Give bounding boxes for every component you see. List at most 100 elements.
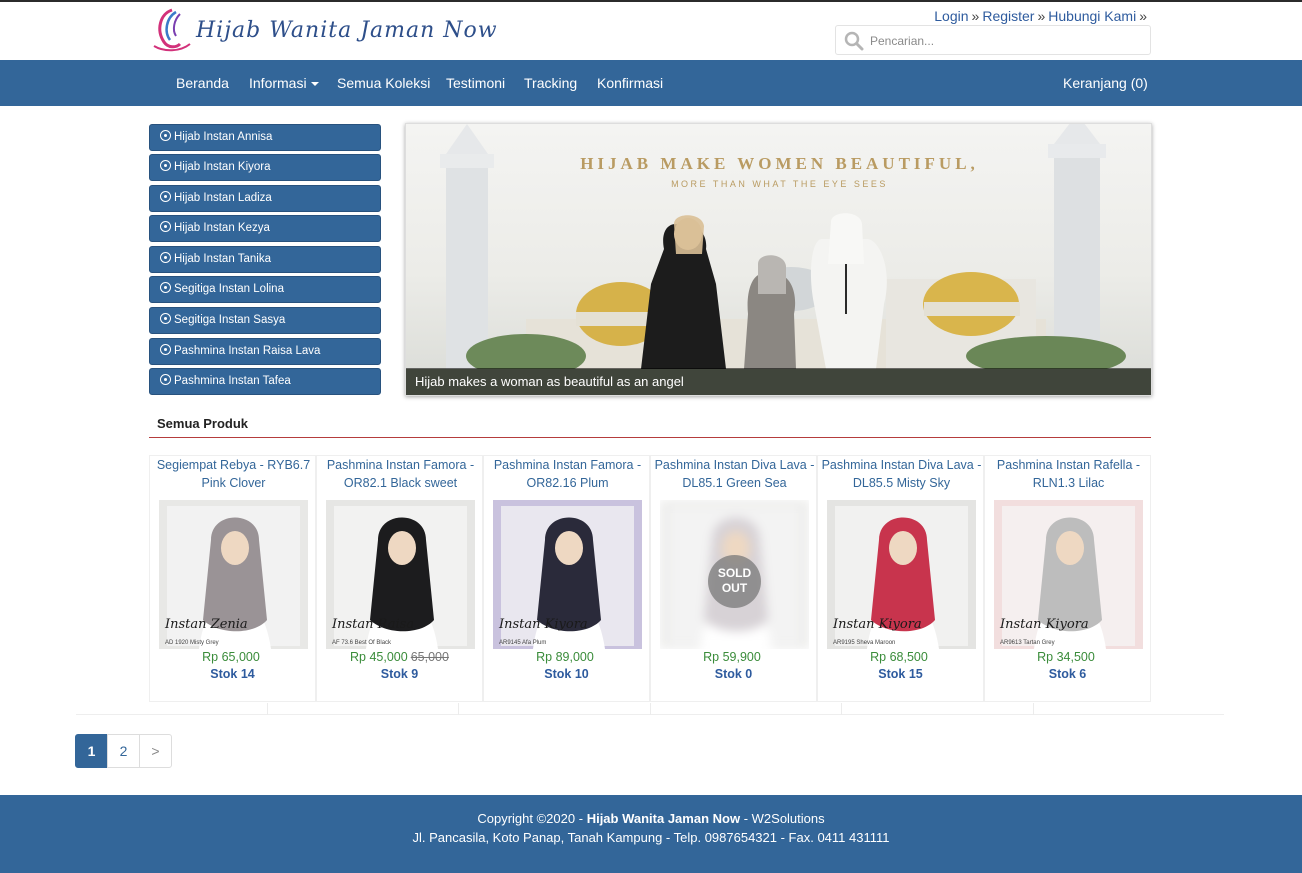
svg-text:Instan Kiyora: Instan Kiyora (999, 617, 1089, 632)
product-name[interactable]: Pashmina Instan Famora - OR82.16 Plum (486, 456, 649, 492)
divider (267, 703, 268, 715)
product-thumbnail: Instan Raisa AF 73.6 Best Of Black (326, 500, 475, 649)
sidebar-item-label: Hijab Instan Ladiza (174, 192, 272, 204)
product-price: Rp 34,500 (985, 650, 1150, 664)
logo-text: Hijab Wanita Jaman Now (196, 18, 498, 43)
product-stock: Stok 10 (544, 667, 589, 681)
price-current: Rp 89,000 (536, 650, 594, 664)
product-card[interactable]: Pashmina Instan Famora - OR82.1 Black sw… (316, 455, 483, 702)
sidebar-item-ladiza[interactable]: Hijab Instan Ladiza (149, 185, 381, 212)
top-border (0, 0, 1302, 2)
product-stock: Stok 15 (878, 667, 923, 681)
nav-semua-koleksi[interactable]: Semua Koleksi (337, 60, 430, 106)
svg-text:AR9195 Sheva Maroon: AR9195 Sheva Maroon (833, 640, 895, 646)
footer-address: Jl. Pancasila, Koto Panap, Tanah Kampung… (412, 830, 890, 845)
product-name[interactable]: Pashmina Instan Famora - OR82.1 Black sw… (319, 456, 482, 492)
page-2-button[interactable]: 2 (107, 734, 140, 768)
search-input[interactable] (870, 30, 1140, 52)
sidebar-item-label: Segitiga Instan Sasya (174, 314, 286, 326)
sidebar-item-kezya[interactable]: Hijab Instan Kezya (149, 215, 381, 242)
section-title: Semua Produk (157, 416, 249, 431)
product-image[interactable]: Instan Kiyora AR9613 Tartan Grey (994, 500, 1143, 649)
sidebar-item-label: Hijab Instan Tanika (174, 253, 271, 265)
product-thumbnail: Instan Kiyora AR9195 Sheva Maroon (827, 500, 976, 649)
divider (650, 703, 651, 715)
product-image[interactable]: Instan Kiyora AR9195 Sheva Maroon (827, 500, 976, 649)
price-current: Rp 59,900 (703, 650, 761, 664)
divider (458, 703, 459, 715)
product-price: Rp 45,000 65,000 (317, 650, 482, 664)
svg-text:AR9613 Tartan Grey: AR9613 Tartan Grey (1000, 640, 1055, 646)
price-current: Rp 65,000 (202, 650, 260, 664)
circle-dot-icon (160, 160, 171, 171)
banner-caption: Hijab makes a woman as beautiful as an a… (406, 368, 1151, 395)
cart-link[interactable]: Keranjang (0) (1063, 60, 1148, 106)
sidebar-item-kiyora[interactable]: Hijab Instan Kiyora (149, 154, 381, 181)
product-stock: Stok 0 (714, 667, 753, 681)
sidebar-item-tanika[interactable]: Hijab Instan Tanika (149, 246, 381, 273)
price-current: Rp 68,500 (870, 650, 928, 664)
circle-dot-icon (160, 313, 171, 324)
product-thumbnail: Instan Kiyora AR9145 Afa Plum (493, 500, 642, 649)
product-name[interactable]: Pashmina Instan Diva Lava - DL85.5 Misty… (820, 456, 983, 492)
svg-text:Instan Raisa: Instan Raisa (331, 617, 414, 632)
copyright-suffix: - W2Solutions (743, 811, 825, 826)
separator: » (1037, 8, 1046, 24)
contact-link[interactable]: Hubungi Kami (1048, 8, 1136, 24)
next-page-button[interactable]: > (139, 734, 172, 768)
hero-banner[interactable]: HIJAB MAKE WOMEN BEAUTIFUL, MORE THAN WH… (405, 123, 1152, 396)
circle-dot-icon (160, 252, 171, 263)
price-old: 65,000 (410, 650, 449, 664)
product-name[interactable]: Segiempat Rebya - RYB6.7 Pink Clover (152, 456, 315, 492)
search-box (835, 25, 1151, 55)
sidebar-item-label: Hijab Instan Kiyora (174, 161, 271, 173)
product-card[interactable]: Pashmina Instan Rafella - RLN1.3 Lilac I… (984, 455, 1151, 702)
svg-text:Instan Kiyora: Instan Kiyora (832, 617, 922, 632)
nav-tracking[interactable]: Tracking (524, 60, 577, 106)
sidebar-item-label: Pashmina Instan Raisa Lava (174, 345, 321, 357)
sidebar-item-label: Pashmina Instan Tafea (174, 375, 291, 387)
nav-konfirmasi[interactable]: Konfirmasi (597, 60, 663, 106)
product-card[interactable]: Pashmina Instan Diva Lava - DL85.1 Green… (650, 455, 817, 702)
sidebar-item-label: Hijab Instan Annisa (174, 131, 273, 143)
nav-informasi-label: Informasi (249, 75, 307, 91)
login-link[interactable]: Login (934, 8, 968, 24)
product-stock: Stok 6 (1048, 667, 1087, 681)
site-logo[interactable]: Hijab Wanita Jaman Now (150, 6, 497, 52)
product-image[interactable]: Instan Kiyora AR9145 Afa Plum (493, 500, 642, 649)
sidebar-item-raisa-lava[interactable]: Pashmina Instan Raisa Lava (149, 338, 381, 365)
product-price: Rp 68,500 (818, 650, 983, 664)
separator: » (971, 8, 980, 24)
search-icon[interactable] (844, 31, 864, 51)
nav-informasi[interactable]: Informasi (249, 60, 319, 106)
svg-text:Instan Zenia: Instan Zenia (164, 617, 248, 632)
product-thumbnail: Instan Kiyora AR9613 Tartan Grey (994, 500, 1143, 649)
product-stock: Stok 9 (380, 667, 419, 681)
product-name[interactable]: Pashmina Instan Diva Lava - DL85.1 Green… (653, 456, 816, 492)
page-1-button[interactable]: 1 (75, 734, 108, 768)
svg-text:Instan Kiyora: Instan Kiyora (498, 617, 588, 632)
product-image[interactable]: Instan Raisa AF 73.6 Best Of Black (326, 500, 475, 649)
grid-footer-rule (76, 703, 1224, 715)
register-link[interactable]: Register (982, 8, 1034, 24)
product-name[interactable]: Pashmina Instan Rafella - RLN1.3 Lilac (987, 456, 1150, 492)
product-image[interactable]: Instan Zenia AD 1920 Misty Grey (159, 500, 308, 649)
sidebar-item-tafea[interactable]: Pashmina Instan Tafea (149, 368, 381, 395)
circle-dot-icon (160, 374, 171, 385)
product-card[interactable]: Segiempat Rebya - RYB6.7 Pink Clover Ins… (149, 455, 316, 702)
svg-text:AR9145 Afa Plum: AR9145 Afa Plum (499, 640, 546, 646)
circle-dot-icon (160, 221, 171, 232)
nav-beranda[interactable]: Beranda (176, 60, 229, 106)
nav-testimoni[interactable]: Testimoni (446, 60, 505, 106)
circle-dot-icon (160, 130, 171, 141)
sidebar-item-label: Hijab Instan Kezya (174, 222, 270, 234)
sidebar-item-sasya[interactable]: Segitiga Instan Sasya (149, 307, 381, 334)
section-divider (149, 437, 1151, 438)
sidebar-item-annisa[interactable]: Hijab Instan Annisa (149, 124, 381, 151)
sidebar-item-lolina[interactable]: Segitiga Instan Lolina (149, 276, 381, 303)
product-card[interactable]: Pashmina Instan Famora - OR82.16 Plum In… (483, 455, 650, 702)
main-navbar: Beranda Informasi Semua Koleksi Testimon… (0, 60, 1302, 106)
product-image[interactable]: SOLD OUT (660, 500, 809, 649)
product-card[interactable]: Pashmina Instan Diva Lava - DL85.5 Misty… (817, 455, 984, 702)
footer-brand: Hijab Wanita Jaman Now (586, 811, 741, 826)
